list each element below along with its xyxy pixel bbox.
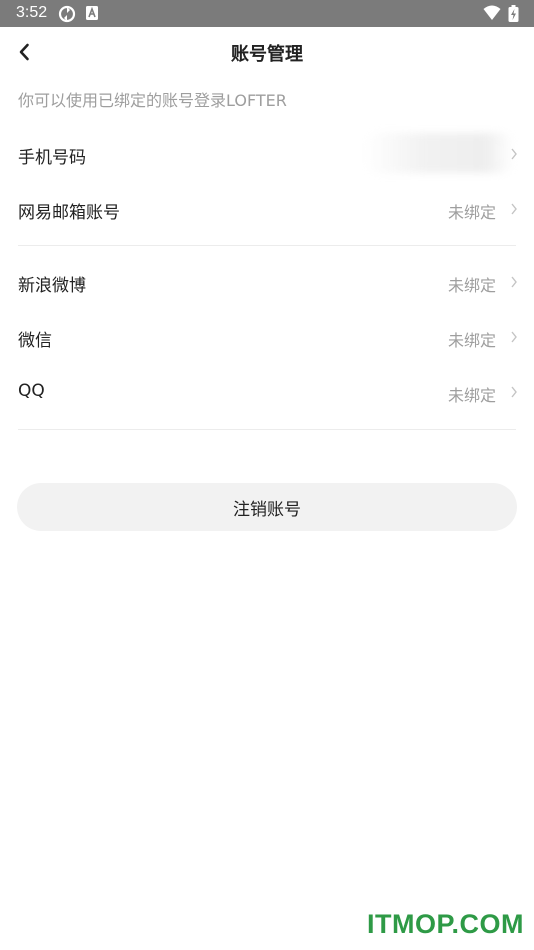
sync-icon — [58, 5, 76, 27]
chevron-right-icon — [511, 386, 517, 398]
account-row-qq[interactable]: QQ 未绑定 — [0, 367, 534, 417]
header: 账号管理 — [0, 27, 534, 77]
chevron-right-icon — [511, 276, 517, 288]
account-row-label: 新浪微博 — [18, 276, 86, 296]
account-row-label: QQ — [18, 381, 45, 401]
chevron-right-icon — [511, 203, 517, 215]
section-divider — [18, 245, 516, 246]
account-row-wechat[interactable]: 微信 未绑定 — [0, 312, 534, 362]
bind-status: 未绑定 — [447, 386, 496, 405]
account-row-label: 网易邮箱账号 — [18, 203, 120, 223]
account-management-screen: 3:52 账号管理 你可以使用已绑定的账号登录LOFTER 手机号码 网易邮箱账… — [0, 0, 534, 950]
account-row-netease-email[interactable]: 网易邮箱账号 未绑定 — [0, 184, 534, 234]
account-row-phone[interactable]: 手机号码 — [0, 129, 534, 179]
account-row-label: 微信 — [18, 331, 52, 351]
status-time: 3:52 — [16, 4, 48, 21]
bind-status: 未绑定 — [447, 331, 496, 350]
a-badge-icon — [85, 5, 99, 25]
account-row-weibo[interactable]: 新浪微博 未绑定 — [0, 257, 534, 307]
chevron-right-icon — [511, 331, 517, 343]
deregister-account-button[interactable]: 注销账号 — [17, 483, 517, 531]
status-bar: 3:52 — [0, 0, 534, 27]
bind-status: 未绑定 — [447, 276, 496, 295]
battery-charging-icon — [508, 5, 519, 26]
login-hint: 你可以使用已绑定的账号登录LOFTER — [18, 91, 287, 110]
masked-phone-value — [364, 133, 514, 173]
section-divider — [18, 429, 516, 430]
bind-status: 未绑定 — [447, 203, 496, 222]
chevron-right-icon — [511, 148, 517, 160]
wifi-icon — [483, 5, 501, 25]
page-title: 账号管理 — [231, 44, 303, 65]
account-row-label: 手机号码 — [18, 148, 86, 168]
watermark-logo: ITMOP.COM — [366, 909, 524, 939]
